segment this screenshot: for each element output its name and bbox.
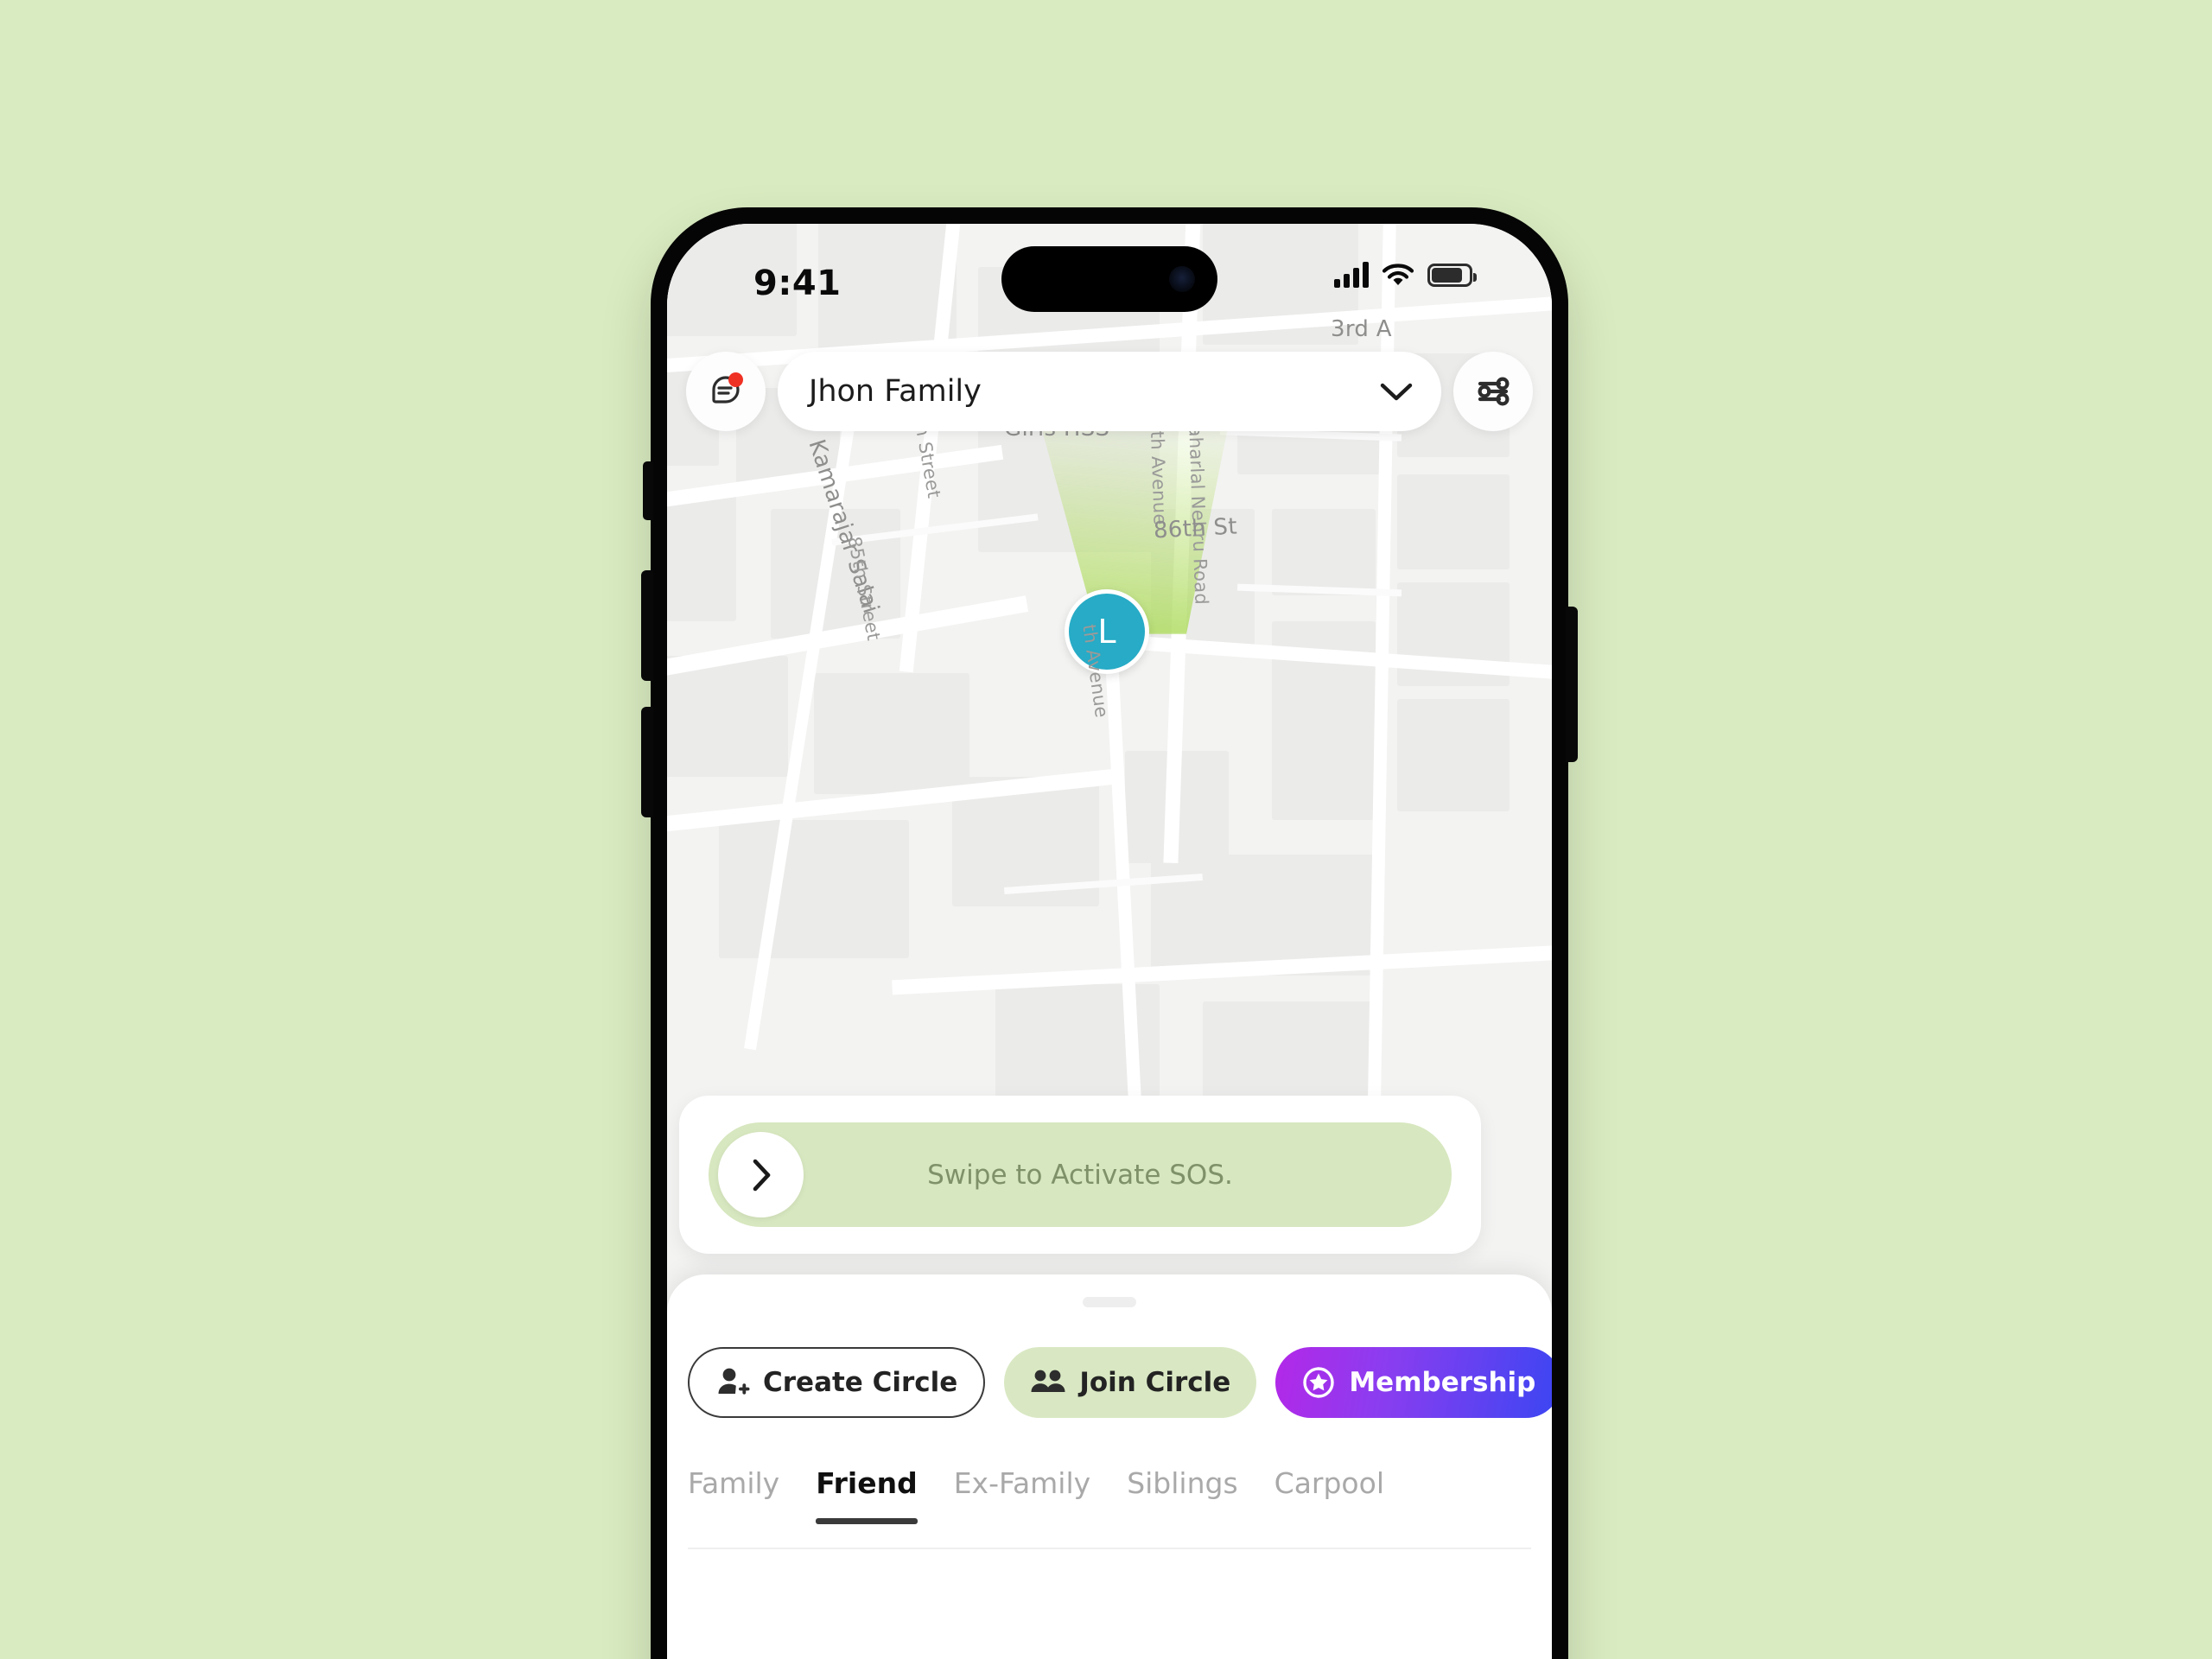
chevron-down-icon [1380,383,1413,401]
relationship-tab-bar: Family Friend Ex-Family Siblings Carpool [688,1466,1531,1549]
map-label-86th-st: 86th St [1153,513,1238,544]
filter-settings-button[interactable] [1453,352,1533,431]
sheet-grabber[interactable] [1083,1297,1136,1307]
chevron-right-icon [753,1159,770,1191]
people-group-icon [1031,1370,1065,1392]
membership-button[interactable]: Membership [1275,1347,1552,1418]
tab-family[interactable]: Family [688,1466,779,1522]
tab-friend[interactable]: Friend [816,1466,918,1524]
dynamic-island [1001,246,1217,312]
wifi-icon [1382,264,1414,285]
action-button-row: Create Circle Join Circle Membership [688,1347,1552,1418]
person-add-icon [718,1368,750,1395]
bottom-sheet: Create Circle Join Circle Membership Fam… [667,1274,1552,1659]
volume-up-button[interactable] [641,570,653,681]
sos-label: Swipe to Activate SOS. [927,1159,1233,1191]
cellular-signal-icon [1334,262,1369,288]
sliders-icon [1478,377,1510,406]
status-icons [1334,262,1477,288]
circle-selector-dropdown[interactable]: Jhon Family [778,352,1441,431]
power-button[interactable] [1566,607,1578,762]
sos-swipe-track[interactable]: Swipe to Activate SOS. [709,1122,1452,1227]
sos-swipe-handle[interactable] [718,1132,804,1217]
star-circle-icon [1303,1367,1335,1398]
user-location-marker[interactable]: L [1065,589,1149,674]
create-circle-label: Create Circle [763,1367,958,1398]
front-camera-icon [1169,266,1195,292]
top-bar: Jhon Family [667,352,1552,431]
phone-frame: L Nirmala Girls HSS 88th Street Kamaraja… [641,207,1578,1659]
notifications-button[interactable] [686,352,766,431]
membership-label: Membership [1349,1367,1536,1398]
notification-badge [728,372,743,387]
sos-card: Swipe to Activate SOS. [679,1096,1481,1254]
status-time: 9:41 [753,264,842,303]
phone-screen: L Nirmala Girls HSS 88th Street Kamaraja… [667,224,1552,1659]
join-circle-label: Join Circle [1079,1367,1231,1398]
join-circle-button[interactable]: Join Circle [1004,1347,1257,1418]
tab-siblings[interactable]: Siblings [1127,1466,1237,1522]
silent-switch[interactable] [643,461,653,520]
status-bar: 9:41 [667,224,1552,326]
circle-name-label: Jhon Family [809,374,982,409]
tab-carpool[interactable]: Carpool [1274,1466,1384,1522]
tab-ex-family[interactable]: Ex-Family [954,1466,1090,1522]
create-circle-button[interactable]: Create Circle [688,1347,986,1418]
battery-icon [1427,263,1477,287]
volume-down-button[interactable] [641,707,653,817]
